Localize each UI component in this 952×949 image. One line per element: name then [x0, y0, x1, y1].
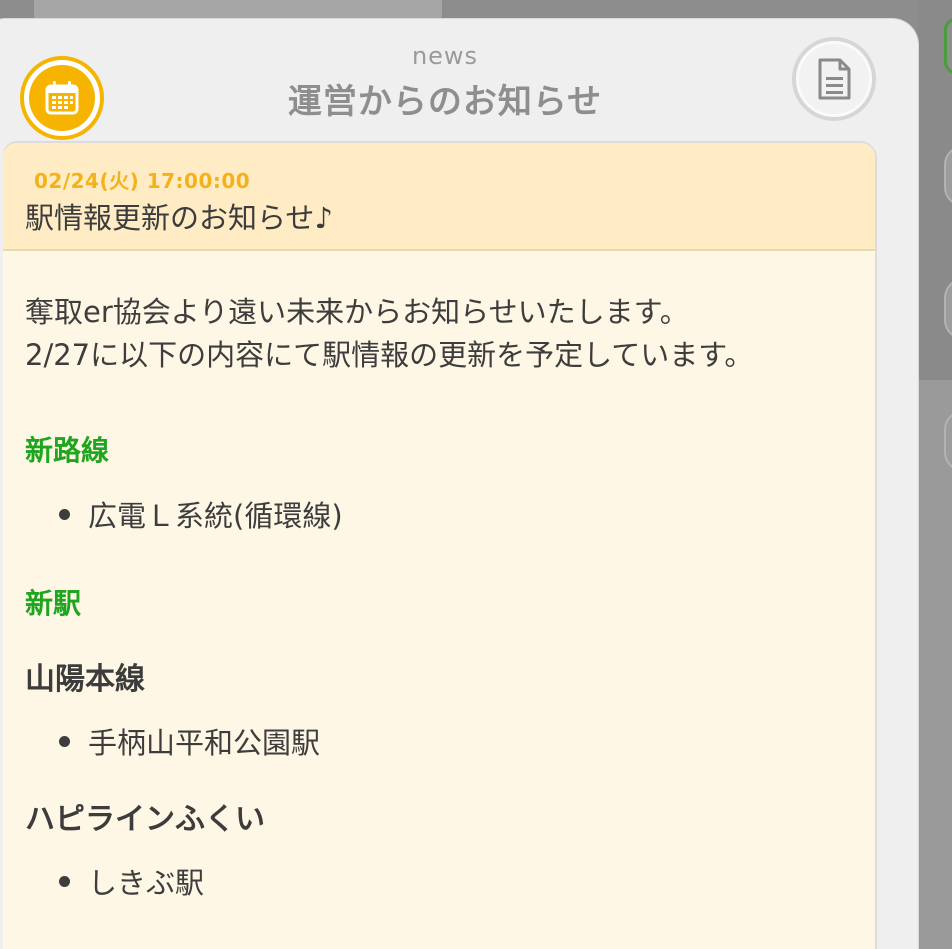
news-date: 02/24(火) 17:00:00 [34, 169, 251, 193]
new-stations-heading: 新駅 [25, 587, 82, 620]
document-icon [799, 44, 869, 114]
news-headline: 駅情報更新のお知らせ♪ [25, 201, 333, 235]
calendar-icon [29, 65, 95, 131]
news-intro-line: 2/27に以下の内容にて駅情報の更新を予定しています。 [25, 338, 754, 372]
list-item: しきぶ駅 [59, 860, 204, 902]
list-item: 手柄山平和公園駅 [59, 720, 320, 762]
background-lower-area [918, 380, 952, 949]
bullet-icon [59, 875, 70, 887]
news-article[interactable]: 02/24(火) 17:00:00 駅情報更新のお知らせ♪ 奪取er協会より遠い… [3, 143, 875, 949]
page-title: 運営からのお知らせ [287, 82, 603, 122]
calendar-button[interactable] [20, 56, 104, 140]
line-group-heading: 山陽本線 [25, 662, 145, 697]
background-tab-indicator [944, 18, 952, 74]
header-eyebrow: news [411, 42, 479, 70]
line-group-heading: ハピラインふくい [25, 802, 265, 837]
list-item: 広電Ｌ系統(循環線) [59, 493, 343, 535]
list-item-label: しきぶ駅 [88, 866, 205, 900]
news-article-header: 02/24(火) 17:00:00 駅情報更新のお知らせ♪ [3, 143, 875, 251]
news-intro-line: 奪取er協会より遠い未来からお知らせいたします。 [25, 295, 689, 329]
new-lines-heading: 新路線 [25, 434, 110, 467]
news-body: 奪取er協会より遠い未来からお知らせいたします。 2/27に以下の内容にて駅情報… [25, 291, 855, 377]
bullet-icon [59, 508, 70, 520]
list-item-label: 手柄山平和公園駅 [88, 726, 321, 760]
list-item-label: 広電Ｌ系統(循環線) [88, 499, 343, 533]
document-button[interactable] [792, 37, 876, 121]
bullet-icon [59, 735, 70, 747]
